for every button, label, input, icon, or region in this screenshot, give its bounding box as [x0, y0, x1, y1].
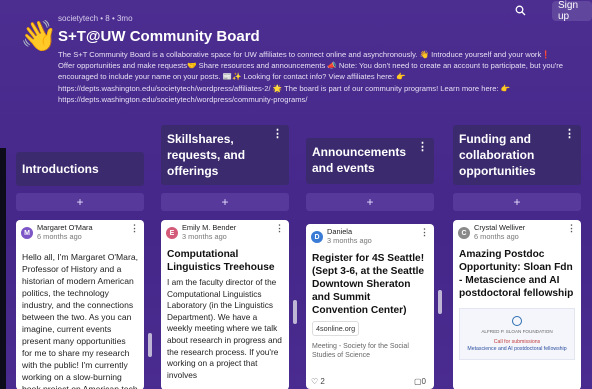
- post-author: Crystal Welliver: [474, 223, 526, 232]
- magnifier-icon: [515, 3, 526, 21]
- post-time: 6 months ago: [474, 232, 519, 241]
- add-post-button[interactable]: +: [453, 193, 581, 211]
- waving-hand-icon: 👋: [20, 20, 58, 53]
- add-post-button[interactable]: +: [306, 193, 434, 211]
- column-header: Funding and collaboration opportunities …: [453, 125, 581, 185]
- scrollbar-handle[interactable]: [438, 290, 442, 314]
- board-meta: societytech • 8 • 3mo: [58, 14, 133, 23]
- post-author: Margaret O'Mara: [37, 223, 93, 232]
- post-card[interactable]: C Crystal Welliver 6 months ago ⋮ Amazin…: [453, 220, 581, 389]
- post-title: Computational Linguistics Treehouse: [167, 249, 275, 273]
- post-card[interactable]: D Daniela 3 months ago ⋮ Register for 4S…: [306, 224, 434, 389]
- add-post-button[interactable]: +: [16, 193, 144, 211]
- add-post-button[interactable]: +: [161, 193, 289, 211]
- post-card[interactable]: E Emily M. Bender 3 months ago ⋮ Computa…: [161, 220, 289, 389]
- more-options-icon[interactable]: ⋮: [272, 129, 283, 140]
- column-title: Introductions: [22, 162, 99, 176]
- image-caption-call: Call for submissions: [493, 338, 541, 345]
- like-button[interactable]: ♡ 2: [311, 377, 325, 386]
- scrollbar-handle[interactable]: [148, 333, 152, 357]
- post-author: Emily M. Bender: [182, 223, 237, 232]
- more-options-icon[interactable]: ⋮: [420, 227, 429, 238]
- attachment-caption: Meeting - Society for the Social Studies…: [312, 343, 409, 359]
- column-title: Skillshares, requests, and offerings: [167, 132, 246, 178]
- image-caption-org: ALFRED P. SLOAN FOUNDATION: [481, 328, 553, 334]
- more-options-icon[interactable]: ⋮: [564, 129, 575, 140]
- post-title: Amazing Postdoc Opportunity: Sloan Fdn -…: [459, 249, 574, 299]
- link-preview[interactable]: 4sonline.org: [312, 321, 360, 336]
- column-header: Announcements and events ⋮: [306, 138, 434, 184]
- image-caption-fellowship: Metascience and AI postdoctoral fellowsh…: [467, 345, 567, 352]
- like-count: 2: [320, 377, 325, 386]
- board-description: The S+T Community Board is a collaborati…: [58, 50, 564, 104]
- avatar: D: [311, 231, 323, 243]
- post-title: Register for 4S Seattle! (Sept 3-6, at t…: [312, 253, 425, 316]
- comment-button[interactable]: ▢0: [414, 377, 426, 386]
- column-header: Introductions: [16, 152, 144, 186]
- sloan-logo-icon: [512, 315, 522, 326]
- search-button[interactable]: [506, 2, 534, 22]
- column-title: Funding and collaboration opportunities: [459, 132, 536, 178]
- post-time: 3 months ago: [182, 232, 227, 241]
- window-edge: [0, 148, 6, 389]
- post-time: 6 months ago: [37, 232, 82, 241]
- more-options-icon[interactable]: ⋮: [275, 223, 284, 234]
- more-options-icon[interactable]: ⋮: [417, 142, 428, 153]
- board-title: S+T@UW Community Board: [58, 28, 260, 45]
- post-body: Hello all, I'm Margaret O'Mara, Professo…: [22, 252, 138, 389]
- avatar: C: [458, 227, 470, 239]
- comment-icon: ▢: [413, 377, 422, 386]
- post-card[interactable]: M Margaret O'Mara 6 months ago ⋮ Hello a…: [16, 220, 144, 389]
- more-options-icon[interactable]: ⋮: [130, 223, 139, 234]
- post-author: Daniela: [327, 227, 353, 236]
- post-time: 3 months ago: [327, 236, 372, 245]
- image-attachment[interactable]: ALFRED P. SLOAN FOUNDATION Call for subm…: [459, 308, 575, 360]
- scrollbar-handle[interactable]: [293, 300, 297, 324]
- column-title: Announcements and events: [312, 145, 407, 175]
- avatar: E: [166, 227, 178, 239]
- heart-icon: ♡: [311, 377, 319, 386]
- post-body: I am the faculty director of the Computa…: [167, 277, 282, 380]
- avatar: M: [21, 227, 33, 239]
- column-header: Skillshares, requests, and offerings ⋮: [161, 125, 289, 185]
- signup-button[interactable]: Sign up: [552, 0, 592, 22]
- comment-count: 0: [421, 377, 426, 386]
- more-options-icon[interactable]: ⋮: [567, 223, 576, 234]
